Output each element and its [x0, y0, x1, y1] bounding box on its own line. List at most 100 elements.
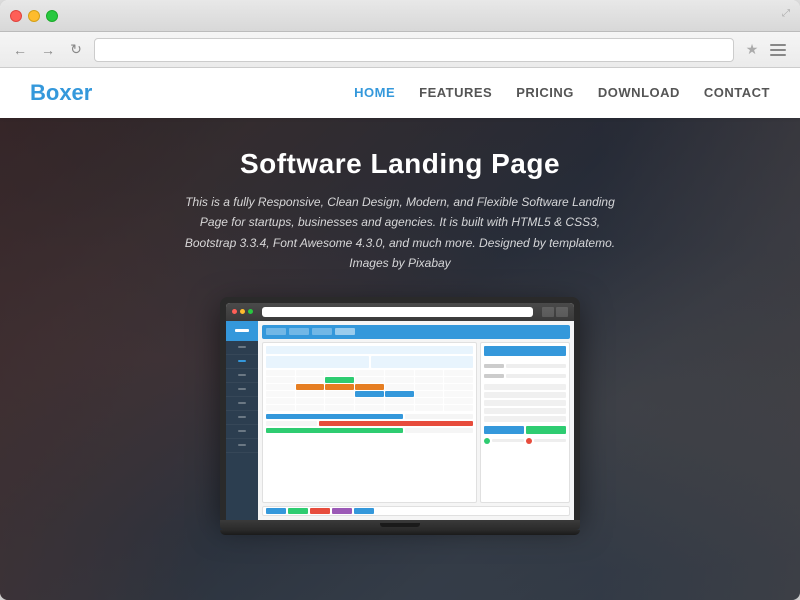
refresh-button[interactable]: ↻ [66, 40, 86, 60]
cal-cell [385, 384, 414, 390]
mini-panel-title [484, 346, 566, 356]
mini-calendar [262, 342, 477, 504]
cal-cell [355, 391, 384, 397]
address-bar[interactable] [94, 38, 734, 62]
mini-sidebar-item [226, 425, 258, 439]
cal-cell [325, 377, 354, 383]
browser-toolbar: ← → ↻ ★ [0, 32, 800, 68]
mini-sidebar [226, 321, 258, 521]
browser-titlebar: ⤢ [0, 0, 800, 32]
hero-section: Software Landing Page This is a fully Re… [0, 118, 800, 600]
mini-top-bar [262, 325, 570, 339]
mini-tag [332, 508, 352, 514]
cal-cell [444, 370, 473, 376]
laptop-outer [220, 297, 580, 521]
mini-btn [266, 328, 286, 335]
laptop-notch [380, 523, 420, 527]
mini-sidebar-item [226, 383, 258, 397]
mini-maximize [248, 309, 253, 314]
nav-download[interactable]: DOWNLOAD [598, 85, 680, 100]
cal-cell [415, 398, 444, 404]
cal-cell [444, 377, 473, 383]
mini-tag [288, 508, 308, 514]
hero-title: Software Landing Page [180, 148, 620, 180]
mini-form-buttons [484, 426, 566, 434]
cal-cell [444, 398, 473, 404]
mini-btn [312, 328, 332, 335]
browser-window: ⤢ ← → ↻ ★ Boxer HOME FEATURES PRICING DO… [0, 0, 800, 600]
nav-contact[interactable]: CONTACT [704, 85, 770, 100]
cal-cell [415, 370, 444, 376]
site-navigation: Boxer HOME FEATURES PRICING DOWNLOAD CON… [0, 68, 800, 118]
mini-form-row [484, 392, 566, 398]
nav-pricing[interactable]: PRICING [516, 85, 574, 100]
website-content: Boxer HOME FEATURES PRICING DOWNLOAD CON… [0, 68, 800, 600]
hero-text-content: Software Landing Page This is a fully Re… [180, 118, 620, 289]
cal-cell [355, 370, 384, 376]
mini-minimize [240, 309, 245, 314]
cal-cell [385, 405, 414, 411]
cal-cell [296, 370, 325, 376]
cal-cell [296, 377, 325, 383]
mini-form-row [484, 408, 566, 414]
cal-cell [266, 405, 295, 411]
nav-features[interactable]: FEATURES [419, 85, 492, 100]
site-logo[interactable]: Boxer [30, 80, 354, 106]
back-button[interactable]: ← [10, 40, 30, 60]
minimize-button[interactable] [28, 10, 40, 22]
cal-cell [444, 384, 473, 390]
cal-cell [296, 398, 325, 404]
cal-cell [325, 391, 354, 397]
cal-cell [325, 370, 354, 376]
cal-cell [266, 398, 295, 404]
mini-sidebar-item [226, 397, 258, 411]
cal-cell [355, 405, 384, 411]
cal-cell [296, 391, 325, 397]
cal-cell [385, 391, 414, 397]
cal-cell [266, 384, 295, 390]
mini-btn [289, 328, 309, 335]
cal-cell [355, 384, 384, 390]
cal-cell [385, 398, 414, 404]
mini-tag [354, 508, 374, 514]
mini-form-row [484, 384, 566, 390]
cal-cell [385, 377, 414, 383]
hero-subtitle: This is a fully Responsive, Clean Design… [180, 192, 620, 274]
mini-form-row [484, 416, 566, 422]
cal-cell [415, 384, 444, 390]
cal-cell [355, 398, 384, 404]
mini-sidebar-item [226, 355, 258, 369]
mini-sidebar-item [226, 411, 258, 425]
mini-cal-header [266, 346, 473, 354]
nav-links: HOME FEATURES PRICING DOWNLOAD CONTACT [354, 84, 770, 102]
mini-url-bar [262, 307, 533, 317]
fullscreen-icon: ⤢ [782, 8, 790, 19]
laptop-screen [226, 303, 574, 521]
cal-cell [266, 391, 295, 397]
cal-cell [325, 384, 354, 390]
mini-bottom-bar [262, 506, 570, 516]
mini-toolbar [226, 303, 574, 321]
cal-cell [415, 377, 444, 383]
screen-mockup [220, 297, 580, 536]
nav-home[interactable]: HOME [354, 85, 395, 100]
forward-button[interactable]: → [38, 40, 58, 60]
browser-menu-icon[interactable] [770, 40, 790, 60]
mini-sidebar-item [226, 341, 258, 355]
mini-btn-active [335, 328, 355, 335]
mini-tag [266, 508, 286, 514]
close-button[interactable] [10, 10, 22, 22]
mini-content-area [262, 342, 570, 504]
mini-ok-btn [526, 426, 566, 434]
mini-main-content [258, 321, 574, 521]
cal-cell [415, 405, 444, 411]
bookmark-icon[interactable]: ★ [742, 40, 762, 60]
mini-panel [480, 342, 570, 504]
cal-cell [444, 405, 473, 411]
cal-cell [325, 398, 354, 404]
mini-cal-grid [266, 370, 473, 411]
cal-cell [296, 384, 325, 390]
maximize-button[interactable] [46, 10, 58, 22]
cal-cell [415, 391, 444, 397]
cal-cell [444, 391, 473, 397]
